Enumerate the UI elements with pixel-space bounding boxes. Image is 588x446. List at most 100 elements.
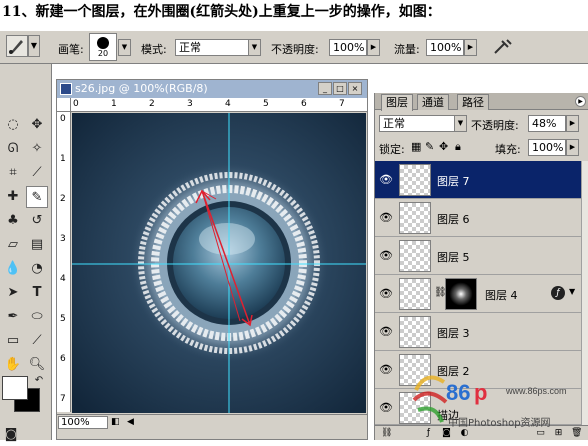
- ruler-h-label: 7: [339, 99, 345, 109]
- airbrush-icon[interactable]: [492, 37, 514, 57]
- layers-panel: 图层 通道 路径 ▶ 正常 ▼ 不透明度: 48% ▶ 锁定: ▦ ✎ ✥ 🔒︎…: [374, 93, 588, 440]
- eraser-tool-icon[interactable]: ▱: [2, 234, 24, 256]
- add-mask-icon[interactable]: ◙: [441, 428, 452, 439]
- visibility-eye-icon[interactable]: 👁︎: [379, 401, 393, 415]
- brush-tool-icon[interactable]: ✎: [26, 186, 48, 208]
- ruler-h-label: 6: [301, 99, 307, 109]
- lock-all-icon[interactable]: 🔒︎: [455, 140, 461, 154]
- zoom-field[interactable]: 100%: [58, 416, 108, 429]
- brush-tool-preset-icon[interactable]: [6, 35, 28, 57]
- lasso-tool-icon[interactable]: ᘏ: [2, 138, 24, 160]
- opacity-label: 不透明度:: [271, 43, 319, 56]
- layer-name: 描边: [437, 409, 459, 422]
- lock-label: 锁定:: [379, 143, 405, 156]
- layer-opacity-slider-button[interactable]: ▶: [566, 115, 579, 132]
- add-style-icon[interactable]: ƒ: [423, 428, 434, 439]
- ruler-h-label: 4: [225, 99, 231, 109]
- blend-mode-dropdown-button[interactable]: ▼: [454, 115, 467, 132]
- shape-tool-icon[interactable]: ⬭: [26, 306, 48, 328]
- mode-select[interactable]: 正常: [175, 39, 249, 56]
- layer-opacity-label: 不透明度:: [471, 119, 519, 132]
- layer-row-4[interactable]: 👁︎ ⛓ 图层 4 ƒ ▼: [375, 275, 581, 313]
- document-window: s26.jpg @ 100%(RGB/8) _ □ × 0 1 2 3 4 5 6 …: [56, 79, 368, 440]
- swap-colors-icon[interactable]: ↶: [28, 370, 50, 392]
- visibility-eye-icon[interactable]: 👁︎: [379, 287, 393, 301]
- move-tool-icon[interactable]: ✥: [26, 114, 48, 136]
- panel-menu-icon[interactable]: ▶: [575, 96, 586, 107]
- visibility-eye-icon[interactable]: 👁︎: [379, 173, 393, 187]
- expand-effects-icon[interactable]: ▼: [569, 287, 575, 296]
- ruler-v-label: 1: [60, 154, 66, 164]
- layer-row-5[interactable]: 👁︎ 图层 5: [375, 237, 581, 275]
- quick-mask-icon[interactable]: ◙: [0, 424, 22, 446]
- lock-transparency-icon[interactable]: ▦: [411, 140, 421, 153]
- gradient-tool-icon[interactable]: ▤: [26, 234, 48, 256]
- visibility-eye-icon[interactable]: 👁︎: [379, 325, 393, 339]
- layer-mask-thumbnail[interactable]: [445, 278, 477, 310]
- eyedropper-icon[interactable]: ⟋: [26, 330, 48, 352]
- brush-picker[interactable]: 20: [89, 33, 117, 61]
- image-canvas[interactable]: [72, 113, 366, 413]
- link-layers-icon[interactable]: ⛓: [381, 428, 392, 439]
- dodge-tool-icon[interactable]: ◔: [26, 258, 48, 280]
- slice-tool-icon[interactable]: ⟋: [26, 162, 48, 184]
- brush-dropdown-button[interactable]: ▼: [118, 39, 131, 56]
- mode-label: 模式:: [141, 43, 167, 56]
- ruler-origin[interactable]: [57, 98, 71, 112]
- visibility-eye-icon[interactable]: 👁︎: [379, 211, 393, 225]
- fill-input[interactable]: 100%: [528, 139, 566, 156]
- delete-layer-icon[interactable]: 🗑︎: [571, 428, 582, 439]
- crop-tool-icon[interactable]: ⌗: [2, 162, 24, 184]
- document-statusbar: 100% ◧ ◀: [57, 414, 367, 430]
- layer-row-stroke[interactable]: 👁︎ 描边: [375, 389, 581, 425]
- visibility-eye-icon[interactable]: 👁︎: [379, 363, 393, 377]
- layer-row-6[interactable]: 👁︎ 图层 6: [375, 199, 581, 237]
- layer-opacity-input[interactable]: 48%: [528, 115, 566, 132]
- blur-tool-icon[interactable]: 💧: [2, 258, 24, 280]
- new-group-icon[interactable]: ▭: [535, 428, 546, 439]
- adjustment-layer-icon[interactable]: ◐: [459, 428, 470, 439]
- pen-tool-icon[interactable]: ✒: [2, 306, 24, 328]
- type-tool-icon[interactable]: T: [26, 282, 48, 304]
- status-menu-icon[interactable]: ◧: [111, 417, 120, 427]
- tool-preset-dropdown[interactable]: ▼: [28, 35, 40, 57]
- opacity-slider-button[interactable]: ▶: [367, 39, 380, 56]
- healing-brush-icon[interactable]: ✚: [2, 186, 24, 208]
- blend-mode-select[interactable]: 正常: [379, 115, 455, 132]
- tab-layers[interactable]: 图层: [381, 94, 413, 111]
- marquee-tool-icon[interactable]: ◌: [2, 114, 24, 136]
- flow-slider-button[interactable]: ▶: [464, 39, 477, 56]
- layer-row-3[interactable]: 👁︎ 图层 3: [375, 313, 581, 351]
- lock-image-icon[interactable]: ✎: [425, 140, 434, 153]
- layer-row-7[interactable]: 👁︎ 图层 7: [375, 161, 581, 199]
- close-button[interactable]: ×: [348, 82, 362, 95]
- maximize-button[interactable]: □: [333, 82, 347, 95]
- horizontal-ruler[interactable]: 0 1 2 3 4 5 6 7: [71, 98, 367, 112]
- history-brush-icon[interactable]: ↺: [26, 210, 48, 232]
- layer-style-icon[interactable]: ƒ: [551, 286, 565, 300]
- magic-wand-icon[interactable]: ✧: [26, 138, 48, 160]
- options-bar: ▼ 画笔: 20 ▼ 模式: 正常 ▼ 不透明度: 100% ▶ 流量: 100…: [0, 30, 588, 64]
- lock-position-icon[interactable]: ✥: [439, 140, 448, 153]
- path-select-icon[interactable]: ➤: [2, 282, 24, 304]
- tab-channels[interactable]: 通道: [417, 94, 449, 110]
- hand-tool-icon[interactable]: ✋: [2, 354, 24, 376]
- visibility-eye-icon[interactable]: 👁︎: [379, 249, 393, 263]
- document-titlebar[interactable]: s26.jpg @ 100%(RGB/8) _ □ ×: [57, 80, 367, 98]
- fill-slider-button[interactable]: ▶: [566, 139, 579, 156]
- mode-dropdown-button[interactable]: ▼: [248, 39, 261, 56]
- new-layer-icon[interactable]: ⊞: [553, 428, 564, 439]
- foreground-color-swatch[interactable]: [2, 376, 28, 400]
- notes-tool-icon[interactable]: ▭: [2, 330, 24, 352]
- tab-paths[interactable]: 路径: [457, 94, 489, 110]
- clone-stamp-icon[interactable]: ♣: [2, 210, 24, 232]
- layer-row-2[interactable]: 👁︎ 图层 2: [375, 351, 581, 389]
- status-arrow-icon[interactable]: ◀: [127, 417, 134, 427]
- minimize-button[interactable]: _: [318, 82, 332, 95]
- opacity-input[interactable]: 100%: [329, 39, 367, 56]
- vertical-ruler[interactable]: 0 1 2 3 4 5 6 7: [57, 112, 71, 412]
- layer-name: 图层 7: [437, 175, 470, 188]
- ruler-v-label: 7: [60, 394, 66, 404]
- flow-input[interactable]: 100%: [426, 39, 464, 56]
- layers-scrollbar[interactable]: [581, 161, 588, 425]
